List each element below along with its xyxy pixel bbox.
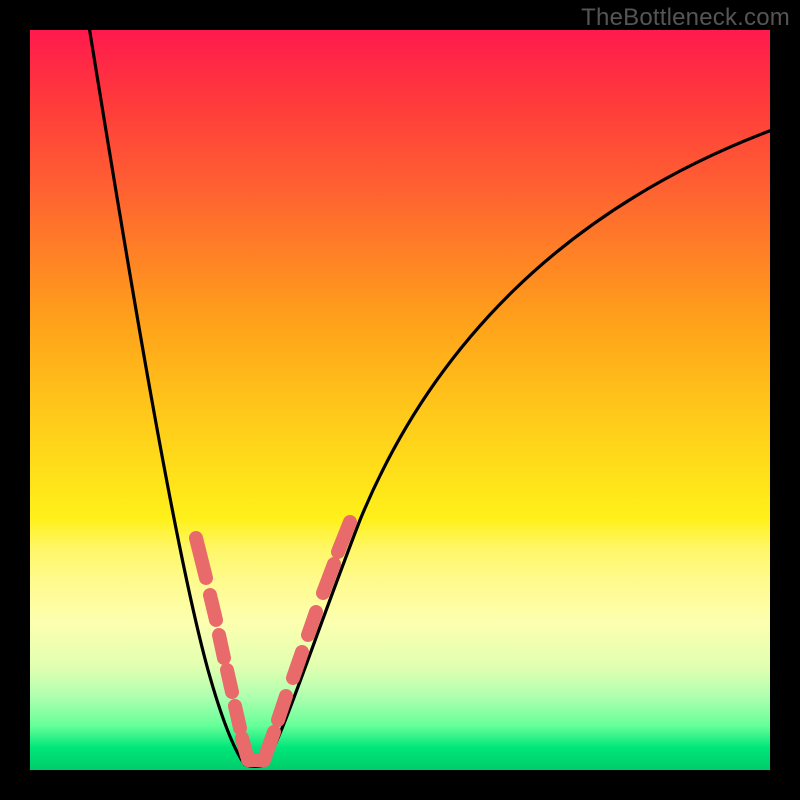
watermark-text: TheBottleneck.com	[581, 4, 790, 32]
plot-area	[30, 30, 770, 770]
curve-layer	[30, 30, 770, 770]
markers-left	[196, 538, 247, 756]
chart-frame: TheBottleneck.com	[0, 0, 800, 800]
markers-right	[266, 522, 350, 754]
curve-right	[265, 130, 772, 765]
